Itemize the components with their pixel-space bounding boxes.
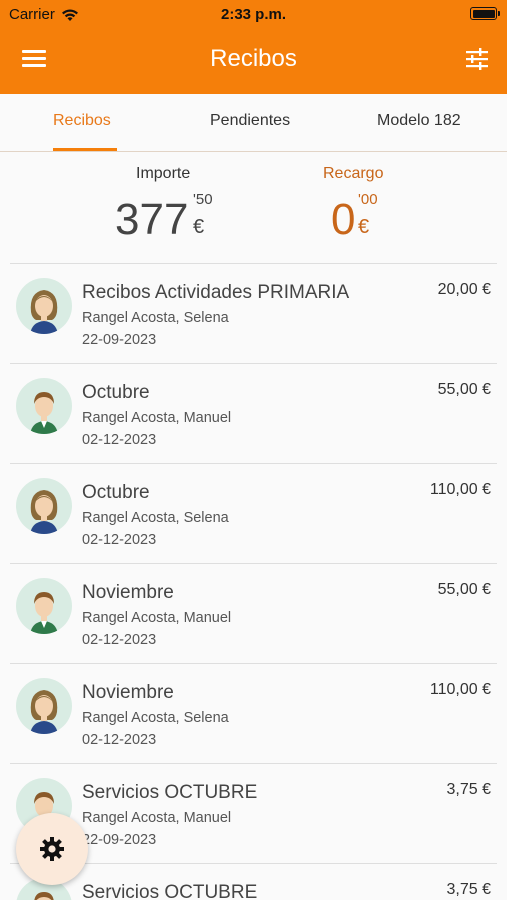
tab-modelo-182[interactable]: Modelo 182 <box>377 112 461 130</box>
girl-avatar-icon <box>16 678 72 734</box>
girl-avatar-icon <box>16 478 72 534</box>
receipt-amount: 55,00 € <box>437 581 491 598</box>
receipt-row[interactable]: Recibos Actividades PRIMARIA Rangel Acos… <box>10 263 497 363</box>
receipt-title: Octubre <box>82 382 150 403</box>
girl-avatar-icon <box>16 278 72 334</box>
receipt-date: 02-12-2023 <box>82 632 157 648</box>
recargo-currency: € <box>358 216 370 238</box>
receipt-date: 22-09-2023 <box>82 832 157 848</box>
receipt-title: Servicios OCTUBRE <box>82 882 258 900</box>
gear-icon <box>40 837 64 861</box>
app-header: Carrier 2:33 p.m. Recibos <box>0 0 507 94</box>
receipt-amount: 3,75 € <box>446 781 491 798</box>
receipt-date: 02-12-2023 <box>82 732 157 748</box>
receipt-date: 22-09-2023 <box>82 332 157 348</box>
receipt-row[interactable]: Noviembre Rangel Acosta, Selena 02-12-20… <box>10 663 497 763</box>
receipt-title: Recibos Actividades PRIMARIA <box>82 282 350 303</box>
recargo-decimals: '00 <box>358 191 378 208</box>
receipt-title: Noviembre <box>82 582 174 603</box>
tab-bar: Recibos Pendientes Modelo 182 <box>0 94 507 152</box>
status-time: 2:33 p.m. <box>220 6 287 23</box>
receipt-person: Rangel Acosta, Selena <box>82 710 229 726</box>
receipt-person: Rangel Acosta, Manuel <box>82 810 232 826</box>
receipt-row[interactable]: Servicios OCTUBRE 3,75 € <box>10 863 497 900</box>
receipt-amount: 110,00 € <box>429 481 491 498</box>
recargo-label: Recargo <box>323 165 384 182</box>
boy-avatar-icon <box>16 378 72 434</box>
receipt-person: Rangel Acosta, Manuel <box>82 410 232 426</box>
page-title: Recibos <box>210 45 297 72</box>
boy-avatar-icon <box>16 578 72 634</box>
receipt-amount: 110,00 € <box>429 681 491 698</box>
receipt-date: 02-12-2023 <box>82 432 157 448</box>
receipt-amount: 55,00 € <box>437 381 491 398</box>
totals-summary: Importe 377 '50 € Recargo 0 '00 € <box>0 153 507 263</box>
settings-fab-button[interactable] <box>16 813 88 885</box>
importe-currency: € <box>193 216 205 238</box>
receipt-date: 02-12-2023 <box>82 532 157 548</box>
receipt-amount: 3,75 € <box>446 881 491 898</box>
tab-pendientes[interactable]: Pendientes <box>210 112 290 130</box>
receipt-title: Noviembre <box>82 682 174 703</box>
receipt-person: Rangel Acosta, Selena <box>82 510 229 526</box>
filter-sliders-icon[interactable] <box>464 46 490 72</box>
importe-label: Importe <box>136 165 191 182</box>
receipt-title: Servicios OCTUBRE <box>82 782 258 803</box>
receipt-row[interactable]: Noviembre Rangel Acosta, Manuel 02-12-20… <box>10 563 497 663</box>
tab-recibos[interactable]: Recibos <box>53 112 111 130</box>
receipt-row[interactable]: Octubre Rangel Acosta, Manuel 02-12-2023… <box>10 363 497 463</box>
battery-icon <box>470 7 500 20</box>
status-bar: Carrier 2:33 p.m. <box>0 0 507 28</box>
receipt-title: Octubre <box>82 482 150 503</box>
receipt-amount: 20,00 € <box>437 281 491 298</box>
recargo-integer: 0 <box>331 195 356 244</box>
receipt-person: Rangel Acosta, Selena <box>82 310 229 326</box>
active-tab-indicator <box>53 148 117 151</box>
receipt-row[interactable]: Octubre Rangel Acosta, Selena 02-12-2023… <box>10 463 497 563</box>
importe-decimals: '50 <box>193 191 213 208</box>
receipt-person: Rangel Acosta, Manuel <box>82 610 232 626</box>
importe-integer: 377 <box>115 195 189 244</box>
